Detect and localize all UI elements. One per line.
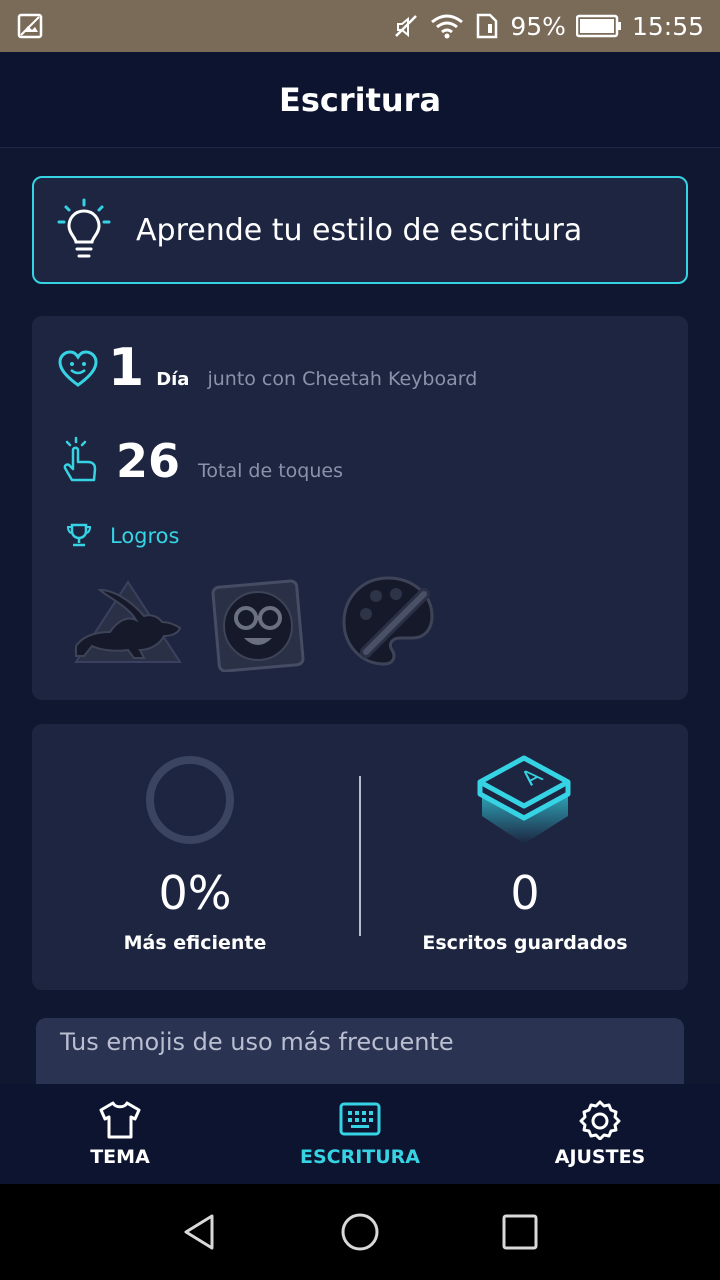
- taps-value: 26: [116, 434, 181, 488]
- efficiency-value: 0%: [158, 866, 232, 920]
- back-icon[interactable]: [180, 1212, 220, 1252]
- palette-badge-icon[interactable]: [338, 572, 438, 672]
- recents-icon[interactable]: [500, 1212, 540, 1252]
- nav-escritura-label: ESCRITURA: [299, 1146, 421, 1168]
- shirt-icon: [99, 1101, 141, 1139]
- system-navigation-bar: [0, 1184, 720, 1280]
- page-title: Escritura: [278, 80, 442, 119]
- gear-icon: [579, 1100, 621, 1140]
- stats-card: 1 Día junto con Cheetah Keyboard 26 Tota…: [32, 316, 688, 700]
- rabbit-badge-icon[interactable]: [70, 576, 186, 668]
- efficiency-card: 0% Más eficiente A 0 Escritos guardados: [32, 724, 688, 990]
- efficiency-column: 0% Más eficiente: [32, 724, 358, 990]
- nav-escritura[interactable]: ESCRITURA: [240, 1084, 480, 1184]
- nav-ajustes[interactable]: AJUSTES: [480, 1084, 720, 1184]
- taps-caption: Total de toques: [198, 460, 343, 482]
- mute-icon: [395, 15, 418, 38]
- nav-ajustes-label: AJUSTES: [554, 1146, 646, 1168]
- learn-style-button[interactable]: Aprende tu estilo de escritura: [32, 176, 688, 284]
- status-bar: 95% 15:55: [0, 0, 720, 52]
- efficiency-ring-icon: [146, 756, 234, 844]
- sim-icon: [477, 13, 498, 39]
- achievements-header[interactable]: Logros: [110, 524, 179, 548]
- learn-style-label: Aprende tu estilo de escritura: [136, 212, 583, 248]
- battery-icon: [575, 14, 621, 38]
- heart-smile-icon: [58, 350, 98, 387]
- efficiency-label: Más eficiente: [123, 932, 267, 954]
- achievements-label: Logros: [110, 524, 180, 548]
- saved-column: A 0 Escritos guardados: [362, 724, 688, 990]
- days-value: 1: [108, 338, 145, 398]
- frequent-emojis-card[interactable]: Tus emojis de uso más frecuente: [36, 1018, 684, 1088]
- keycap-a-icon: A: [477, 755, 571, 844]
- keyboard-icon: [339, 1102, 381, 1136]
- days-caption: junto con Cheetah Keyboard: [207, 368, 478, 390]
- days-row: 1 Día junto con Cheetah Keyboard: [108, 338, 477, 398]
- battery-percent: 95%: [510, 11, 566, 41]
- frequent-emojis-title: Tus emojis de uso más frecuente: [60, 1028, 454, 1056]
- trophy-icon: [66, 523, 92, 547]
- days-unit: Día: [156, 369, 190, 390]
- tap-hand-icon: [63, 436, 97, 482]
- taps-row: 26 Total de toques: [116, 434, 343, 488]
- saved-label: Escritos guardados: [422, 932, 628, 954]
- gallery-notification-icon: [17, 13, 43, 39]
- nav-tema[interactable]: TEMA: [0, 1084, 240, 1184]
- app-header: Escritura: [0, 52, 720, 148]
- wifi-icon: [431, 14, 464, 39]
- bottom-navigation: TEMA ESCRITURA AJUSTES: [0, 1084, 720, 1184]
- nerd-face-badge-icon[interactable]: [210, 576, 306, 672]
- home-icon[interactable]: [340, 1212, 380, 1252]
- divider: [359, 776, 361, 936]
- clock: 15:55: [631, 11, 704, 41]
- lightbulb-icon: [57, 198, 111, 258]
- nav-tema-label: TEMA: [90, 1146, 150, 1168]
- saved-value: 0: [510, 866, 540, 920]
